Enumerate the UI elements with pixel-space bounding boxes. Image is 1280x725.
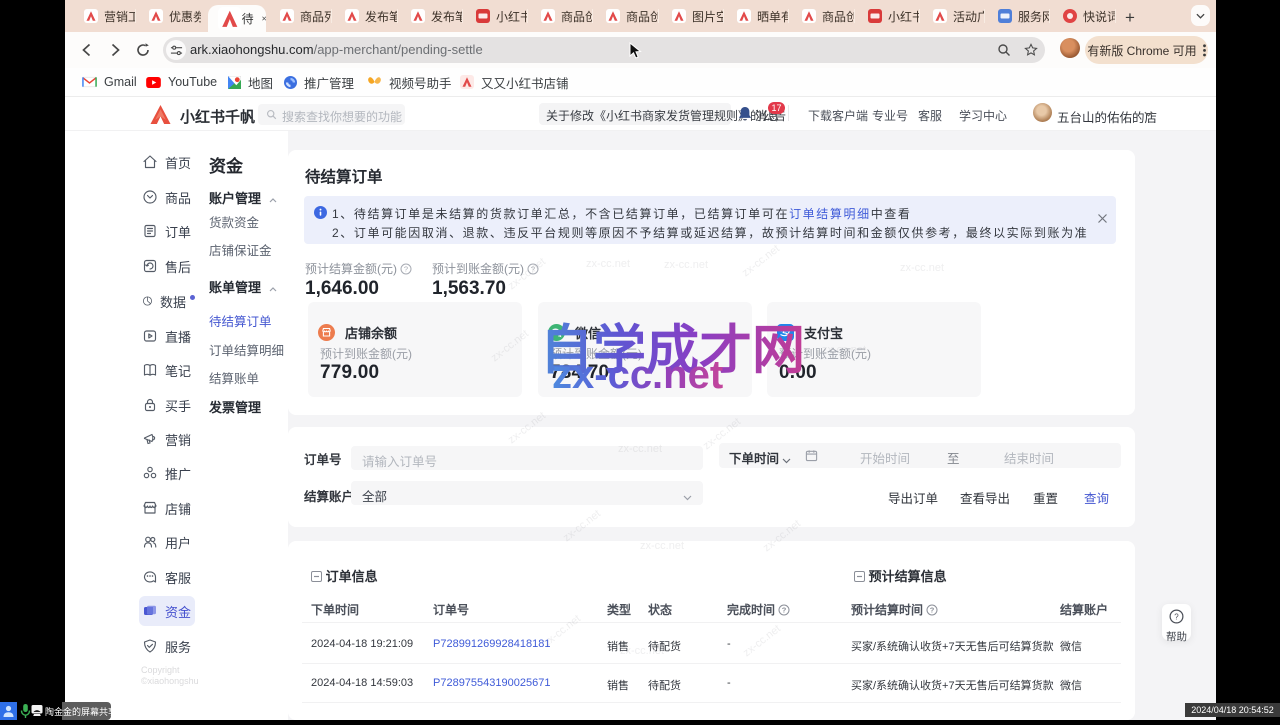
svg-text:?: ? [782, 606, 787, 615]
svg-text:?: ? [1174, 612, 1179, 621]
svg-text:?: ? [930, 606, 935, 615]
svg-text:?: ? [404, 265, 408, 274]
